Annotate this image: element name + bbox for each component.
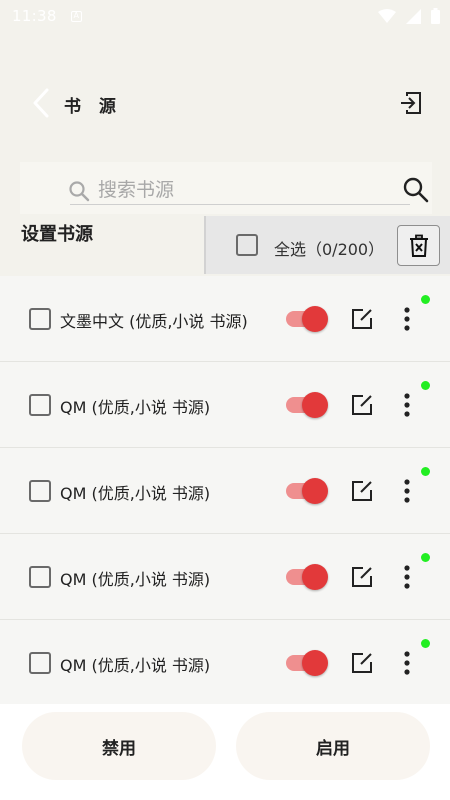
search-icon (403, 177, 429, 203)
delete-icon (409, 234, 428, 257)
list-item[interactable]: QM (优质,小说 书源) (0, 620, 450, 706)
row-checkbox[interactable] (29, 566, 51, 588)
edit-icon (352, 567, 372, 587)
edit-button[interactable] (350, 307, 374, 331)
select-all-checkbox[interactable] (236, 234, 258, 256)
disable-button[interactable]: 禁用 (22, 712, 216, 780)
list-item[interactable]: QM (优质,小说 书源) (0, 362, 450, 448)
source-name: QM (优质,小说 书源) (60, 570, 211, 589)
search-icon (69, 181, 90, 202)
more-vertical-icon (404, 307, 410, 331)
source-name: QM (优质,小说 书源) (60, 656, 211, 675)
status-dot (421, 295, 430, 304)
edit-button[interactable] (350, 393, 374, 417)
source-name: 文墨中文 (优质,小说 书源) (60, 312, 248, 331)
import-icon (401, 92, 421, 114)
status-dot (421, 639, 430, 648)
app-header: 书 源 (0, 72, 450, 134)
enable-toggle[interactable] (284, 650, 330, 676)
enable-toggle[interactable] (284, 478, 330, 504)
edit-icon (352, 481, 372, 501)
delete-selected-button[interactable] (397, 225, 440, 266)
search-bar (20, 162, 432, 214)
status-bar: 11:38 A (0, 0, 450, 32)
section-title: 设置书源 (21, 224, 93, 245)
enable-toggle[interactable] (284, 564, 330, 590)
edit-icon (352, 309, 372, 329)
notification-icon: A (70, 10, 82, 22)
list-item[interactable]: QM (优质,小说 书源) (0, 534, 450, 620)
enable-button[interactable]: 启用 (236, 712, 430, 780)
row-checkbox[interactable] (29, 308, 51, 330)
list-item[interactable]: QM (优质,小说 书源) (0, 448, 450, 534)
status-dot (421, 553, 430, 562)
search-underline (70, 204, 410, 205)
more-vertical-icon (404, 479, 410, 503)
status-dot (421, 467, 430, 476)
source-name: QM (优质,小说 书源) (60, 484, 211, 503)
edit-icon (352, 653, 372, 673)
status-icons (378, 8, 440, 24)
more-vertical-icon (404, 565, 410, 589)
status-time: 11:38 (12, 7, 57, 25)
enable-toggle[interactable] (284, 392, 330, 418)
chevron-left-icon (33, 88, 49, 118)
more-button[interactable] (398, 306, 416, 332)
more-button[interactable] (398, 392, 416, 418)
page-title: 书 源 (64, 97, 122, 117)
more-button[interactable] (398, 650, 416, 676)
more-vertical-icon (404, 393, 410, 417)
wifi-icon (378, 8, 396, 23)
row-checkbox[interactable] (29, 394, 51, 416)
source-name: QM (优质,小说 书源) (60, 398, 211, 417)
import-button[interactable] (398, 90, 424, 116)
edit-button[interactable] (350, 565, 374, 589)
battery-icon (431, 8, 440, 24)
list-item[interactable]: 文墨中文 (优质,小说 书源) (0, 276, 450, 362)
signal-icon (406, 8, 421, 24)
row-checkbox[interactable] (29, 480, 51, 502)
more-vertical-icon (404, 651, 410, 675)
search-input[interactable] (98, 174, 388, 206)
enable-toggle[interactable] (284, 306, 330, 332)
row-checkbox[interactable] (29, 652, 51, 674)
bottom-action-bar: 禁用 启用 (0, 704, 450, 800)
select-all-label[interactable]: 全选（0/200） (274, 236, 384, 260)
back-button[interactable] (26, 86, 56, 120)
status-dot (421, 381, 430, 390)
edit-button[interactable] (350, 479, 374, 503)
edit-button[interactable] (350, 651, 374, 675)
more-button[interactable] (398, 478, 416, 504)
source-list: 文墨中文 (优质,小说 书源) QM (优质,小说 书源) QM (优质,小说 … (0, 276, 450, 706)
search-button[interactable] (402, 176, 430, 204)
more-button[interactable] (398, 564, 416, 590)
select-all-bar: 全选（0/200） (204, 216, 450, 274)
edit-icon (352, 395, 372, 415)
